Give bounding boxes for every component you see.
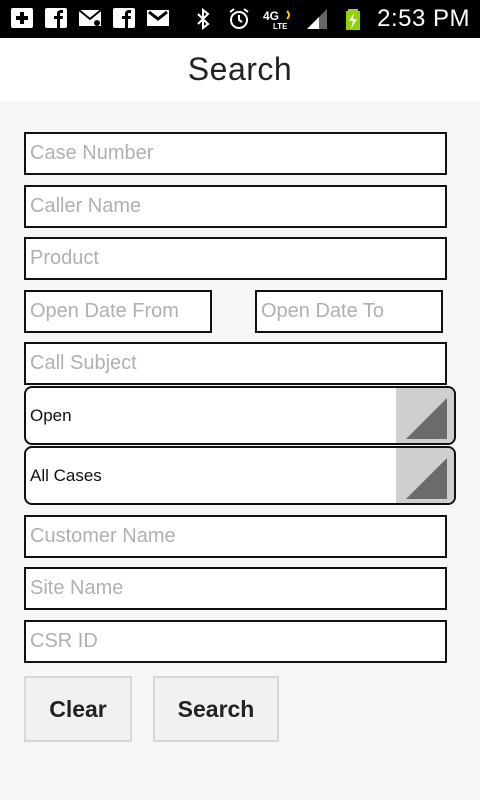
bluetooth-icon xyxy=(197,7,210,31)
call-subject-input[interactable] xyxy=(24,342,447,385)
cases-select[interactable]: All Cases xyxy=(24,446,456,505)
status-select-arrow[interactable] xyxy=(396,388,454,443)
caller-name-input[interactable] xyxy=(24,185,447,228)
status-select[interactable]: Open xyxy=(24,386,456,445)
facebook-icon xyxy=(113,8,135,28)
clock-time: 2:53 PM xyxy=(377,5,470,32)
add-icon xyxy=(11,8,33,28)
facebook-icon xyxy=(45,8,67,28)
svg-text:LTE: LTE xyxy=(273,22,288,31)
cases-select-arrow[interactable] xyxy=(396,448,454,503)
svg-text:4G: 4G xyxy=(263,9,279,23)
site-name-input[interactable] xyxy=(24,567,447,610)
battery-charging-icon xyxy=(346,9,361,30)
signal-icon xyxy=(307,9,328,29)
csr-id-input[interactable] xyxy=(24,620,447,663)
alarm-icon xyxy=(229,8,249,29)
email-icon xyxy=(78,9,102,26)
dropdown-arrow-icon xyxy=(406,458,447,499)
gmail-icon xyxy=(147,10,169,26)
4g-lte-icon: 4G LTE xyxy=(263,9,291,31)
status-notifications xyxy=(10,6,170,30)
search-button[interactable]: Search xyxy=(153,676,279,742)
customer-name-input[interactable] xyxy=(24,515,447,558)
case-number-input[interactable] xyxy=(24,132,447,175)
status-bar: 4G LTE 2:53 PM xyxy=(0,0,480,38)
app-header: Search xyxy=(0,38,480,101)
page-title: Search xyxy=(187,51,293,87)
open-date-from-input[interactable] xyxy=(24,290,212,333)
cases-select-value: All Cases xyxy=(30,466,102,485)
product-input[interactable] xyxy=(24,237,447,280)
open-date-to-input[interactable] xyxy=(255,290,443,333)
clear-button[interactable]: Clear xyxy=(24,676,132,742)
status-select-value: Open xyxy=(30,406,72,425)
status-system: 4G LTE 2:53 PM xyxy=(191,2,470,36)
dropdown-arrow-icon xyxy=(406,398,447,439)
